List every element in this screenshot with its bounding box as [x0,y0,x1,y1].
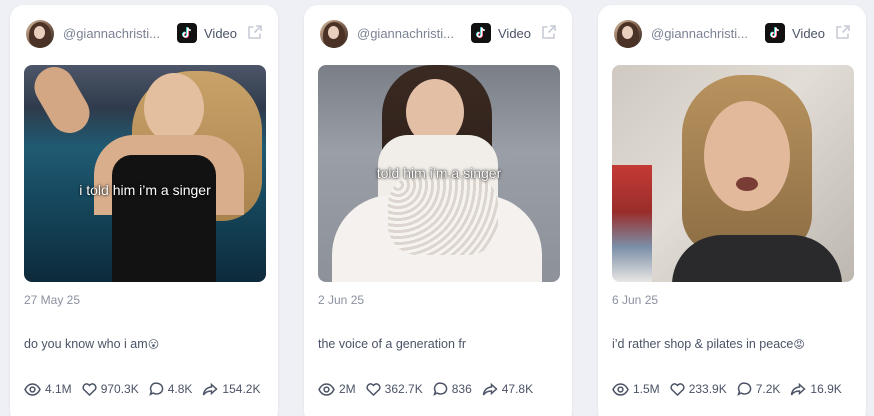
tiktok-icon [177,23,197,43]
caption-text: i’d rather shop & pilates in peace [612,337,794,351]
avatar[interactable] [26,20,54,48]
shares-stat: 154.2K [202,382,260,396]
comments-count: 7.2K [755,382,781,396]
comments-count: 4.8K [167,382,193,396]
video-thumbnail[interactable] [612,65,854,282]
card-header: @giannachristi... Video [304,17,572,51]
comment-icon [148,382,164,396]
comments-stat: 836 [432,382,472,396]
post-caption: i’d rather shop & pilates in peace😡 [612,337,854,351]
views-count: 4.1M [45,382,72,396]
content-type-label: Video [204,26,238,41]
avatar[interactable] [320,20,348,48]
shares-stat: 16.9K [790,382,842,396]
content-type-label: Video [792,26,826,41]
username[interactable]: @giannachristi... [63,26,175,41]
tiktok-icon [765,23,785,43]
likes-count: 233.9K [688,382,727,396]
shares-count: 154.2K [222,382,261,396]
likes-stat: 362.7K [366,382,423,396]
post-date: 6 Jun 25 [612,293,659,307]
external-link-icon[interactable] [246,23,264,41]
thumb-dress [112,155,216,282]
views-stat: 2M [318,382,356,396]
thumb-face [704,101,790,211]
views-stat: 4.1M [24,382,72,396]
heart-icon [670,382,685,396]
share-icon [791,382,807,395]
post-date: 2 Jun 25 [318,293,365,307]
eye-icon [24,382,41,396]
card-header: @giannachristi... Video [10,17,278,51]
likes-count: 362.7K [384,382,423,396]
comments-stat: 4.8K [148,382,193,396]
thumb-shelf [612,165,652,282]
tiktok-icon [471,23,491,43]
shares-stat: 47.8K [482,382,533,396]
username[interactable]: @giannachristi... [651,26,763,41]
post-caption: do you know who i am😮 [24,337,266,351]
eye-icon [612,382,629,396]
post-caption: the voice of a generation fr [318,337,560,351]
thumb-face [144,73,204,143]
video-thumbnail[interactable]: told him i’m a singer [318,65,560,282]
caption-emoji: 😮 [147,338,160,351]
external-link-icon[interactable] [834,23,852,41]
views-count: 2M [339,382,356,396]
video-card[interactable]: @giannachristi... Video told him i’m a s… [304,5,572,416]
post-date: 27 May 25 [24,293,81,307]
caption-emoji: 😡 [793,338,805,351]
card-header: @giannachristi... Video [598,17,866,51]
avatar[interactable] [614,20,642,48]
engagement-stats: 2M 362.7K 836 47.8K [318,381,543,397]
thumb-lace-sleeve [388,175,498,255]
video-overlay-text: i told him i’m a singer [79,182,211,198]
thumb-arm [27,65,97,141]
external-link-icon[interactable] [540,23,558,41]
share-icon [482,382,498,395]
video-card[interactable]: @giannachristi... Video 6 Jun 25 i’d rat… [598,5,866,416]
comment-icon [432,382,448,396]
likes-stat: 233.9K [670,382,727,396]
thumb-top [672,235,842,282]
content-type-label: Video [498,26,532,41]
heart-icon [82,382,97,396]
likes-stat: 970.3K [82,382,139,396]
engagement-stats: 1.5M 233.9K 7.2K 16.9K [612,381,852,397]
caption-text: the voice of a generation fr [318,337,467,351]
video-card[interactable]: @giannachristi... Video i told him i’m a… [10,5,278,416]
likes-count: 970.3K [100,382,139,396]
thumb-mouth [736,177,758,191]
comments-count: 836 [451,382,472,396]
eye-icon [318,382,335,396]
heart-icon [366,382,381,396]
username[interactable]: @giannachristi... [357,26,469,41]
views-stat: 1.5M [612,382,660,396]
caption-text: do you know who i am [24,337,148,351]
shares-count: 16.9K [810,382,842,396]
share-icon [203,382,219,395]
engagement-stats: 4.1M 970.3K 4.8K 154.2K [24,381,270,397]
shares-count: 47.8K [501,382,534,396]
video-overlay-text: told him i’m a singer [376,165,502,181]
comments-stat: 7.2K [736,382,781,396]
video-thumbnail[interactable]: i told him i’m a singer [24,65,266,282]
views-count: 1.5M [633,382,660,396]
comment-icon [736,382,752,396]
